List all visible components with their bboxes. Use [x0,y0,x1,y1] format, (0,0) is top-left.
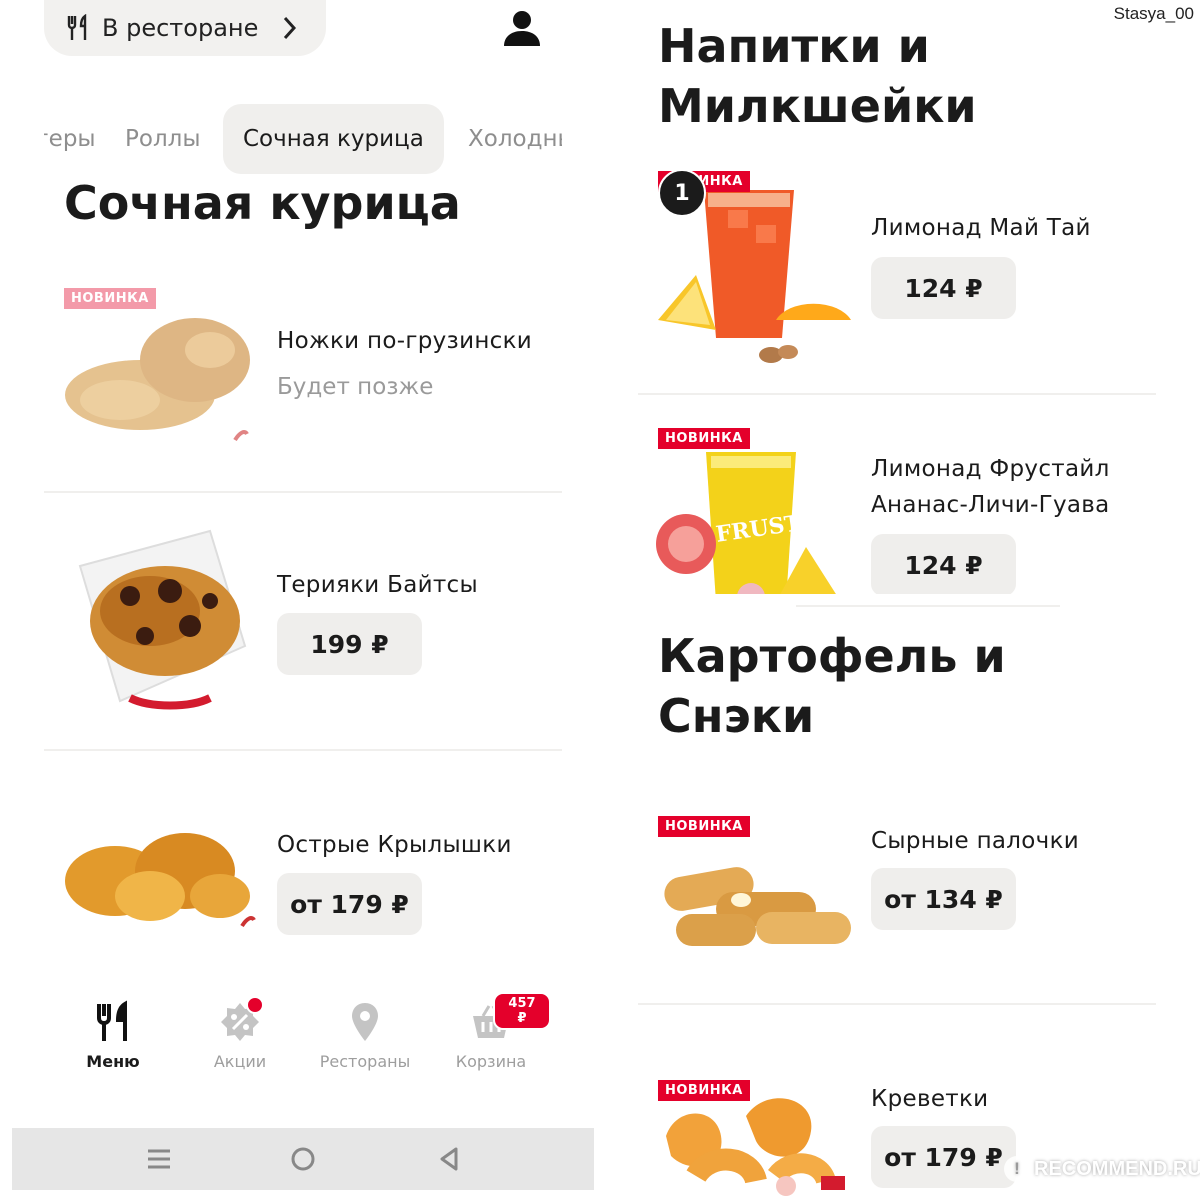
home-icon[interactable] [286,1142,320,1176]
product-card[interactable]: FRUSTYLE НОВИНКА Лимонад Фрустайл Ананас… [600,424,1200,594]
dining-mode-selector[interactable]: В ресторане [44,0,326,56]
dining-mode-label: В ресторане [102,14,259,42]
nav-menu[interactable]: Меню [53,1000,173,1071]
product-image [65,318,250,442]
cart-total-badge: 457 ₽ [493,992,551,1030]
tab-rolls[interactable]: Роллы [125,104,201,174]
divider [44,749,562,751]
nav-label: Рестораны [319,1052,411,1071]
price-button[interactable]: от 179 ₽ [277,873,422,935]
product-name: Острые Крылышки [277,832,512,858]
nav-restaurants[interactable]: Рестораны [305,1000,425,1071]
bottom-navigation: Меню Акции Рестораны 457 ₽ Корзина [0,990,600,1090]
price-button[interactable]: от 134 ₽ [871,868,1016,930]
product-name: Терияки Байтсы [277,572,478,598]
section-title: Картофель и Снэки [658,626,1006,746]
new-badge: НОВИНКА [658,1080,750,1101]
nav-label: Меню [86,1052,140,1071]
nav-label: Корзина [455,1052,527,1071]
product-image [664,867,851,946]
price-button[interactable]: 199 ₽ [277,613,422,675]
product-image [78,529,247,710]
product-card[interactable]: НОВИНКА Ножки по-грузински Будет позже [0,270,600,492]
watermark-text: RECOMMEND.RU [1034,1157,1200,1180]
product-name: Лимонад Фрустайл [871,456,1110,482]
cart-quantity-badge: 1 [658,169,706,217]
product-name: Креветки [871,1086,989,1112]
nav-promotions[interactable]: Акции [180,996,300,1071]
product-name: Сырные палочки [871,828,1080,854]
product-name: Ананас-Личи-Гуава [871,492,1110,518]
new-badge: НОВИНКА [658,816,750,837]
nav-label: Акции [213,1052,267,1071]
divider [44,491,562,493]
tab-burgers[interactable]: ргеры [44,104,96,174]
chevron-right-icon [283,16,297,40]
watermark: ! RECOMMEND.RU [1004,1156,1200,1182]
recent-apps-icon[interactable] [142,1142,176,1176]
product-image: FRUSTYLE [656,452,850,594]
tab-chicken[interactable]: Сочная курица [223,104,444,174]
fork-knife-icon [97,1000,127,1041]
profile-icon[interactable] [502,8,542,48]
watermark-logo-icon: ! [1004,1156,1030,1182]
location-pin-icon [352,1003,378,1041]
section-title-line: Милкшейки [658,79,977,133]
back-icon[interactable] [432,1142,466,1176]
section-title: Сочная курица [64,176,461,230]
divider [638,393,1156,395]
section-title-line: Картофель и [658,629,1006,683]
product-card[interactable]: Терияки Байтсы 199 ₽ [0,500,600,750]
section-title-line: Снэки [658,689,815,743]
section-title-line: Напитки и [658,19,930,73]
nav-cart[interactable]: 457 ₽ Корзина [431,992,551,1071]
author-username: Stasya_00 [1113,4,1194,23]
notification-dot [246,996,264,1014]
price-button[interactable]: 124 ₽ [871,257,1016,319]
category-tabs: ргеры Роллы Сочная курица Холодные [44,104,562,174]
section-title: Напитки и Милкшейки [658,16,977,136]
divider [796,605,1060,607]
product-card[interactable]: Острые Крылышки от 179 ₽ [0,760,600,960]
divider [638,1003,1156,1005]
price-button[interactable]: от 179 ₽ [871,1126,1016,1188]
availability-status: Будет позже [277,374,434,400]
menu-screen-left: В ресторане ргеры Роллы Сочная курица Хо… [0,0,600,1200]
product-name: Ножки по-грузински [277,328,533,354]
product-image [65,833,256,928]
product-name: Лимонад Май Тай [871,215,1091,241]
tab-cold-drinks[interactable]: Холодные [468,104,562,174]
system-navigation-bar [12,1128,594,1190]
product-card[interactable]: НОВИНКА 1 Лимонад Май Тай 124 ₽ [600,165,1200,393]
new-badge: НОВИНКА [658,428,750,449]
fork-knife-icon [67,14,87,40]
new-badge: НОВИНКА [64,288,156,309]
menu-screen-right: Напитки и Милкшейки НОВИНКА 1 Лимонад Ма… [600,0,1200,1200]
product-card[interactable]: НОВИНКА Сырные палочки от 134 ₽ [600,812,1200,1002]
price-button[interactable]: 124 ₽ [871,534,1016,594]
